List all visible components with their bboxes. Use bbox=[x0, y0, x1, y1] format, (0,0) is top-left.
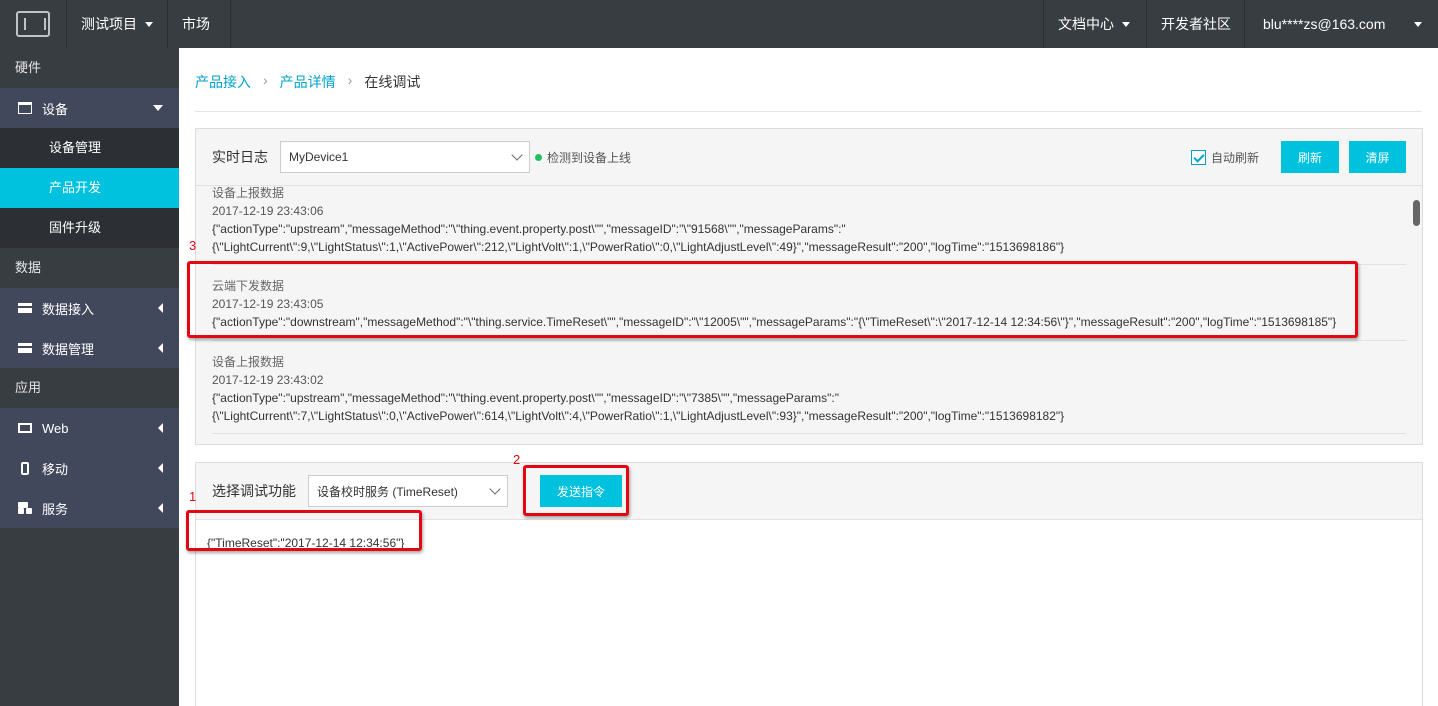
top-navbar: 测试项目 市场 文档中心 开发者社区 blu****zs@163.com bbox=[0, 0, 1438, 48]
list-icon bbox=[18, 343, 32, 353]
iot-logo[interactable] bbox=[0, 0, 67, 48]
log-entry-type: 设备上报数据 bbox=[212, 355, 285, 369]
log-entry-type: 设备上报数据 bbox=[212, 186, 285, 200]
sidebar: 硬件 设备 设备管理 产品开发 固件升级 数据 数据接入 数据管理 应用 Web… bbox=[0, 48, 179, 706]
sidebar-item-data-management[interactable]: 数据管理 bbox=[0, 328, 179, 368]
sidebar-item-label: 设备 bbox=[42, 101, 69, 117]
annotation-number-2: 2 bbox=[513, 452, 521, 467]
caret-down-icon bbox=[1122, 21, 1130, 27]
sidebar-item-label: 数据接入 bbox=[42, 301, 95, 317]
divider bbox=[195, 111, 1422, 112]
log-panel-header: 实时日志 MyDevice1 检测到设备上线 自动刷新 刷新 清屏 bbox=[196, 129, 1422, 186]
clear-screen-button[interactable]: 清屏 bbox=[1349, 141, 1406, 173]
sidebar-item-label: Web bbox=[42, 420, 69, 436]
chevron-right-icon: › bbox=[347, 72, 353, 88]
caret-left-icon bbox=[158, 423, 163, 433]
caret-left-icon bbox=[158, 303, 163, 313]
chevron-right-icon: › bbox=[263, 72, 268, 88]
caret-left-icon bbox=[158, 503, 163, 513]
market-link[interactable]: 市场 bbox=[168, 0, 231, 48]
annotation-box-3 bbox=[187, 261, 1358, 338]
sidebar-item-label: 数据管理 bbox=[42, 341, 95, 357]
log-entry-json: {"actionType":"upstream","messageMethod"… bbox=[212, 222, 846, 236]
iot-logo-icon bbox=[16, 11, 50, 37]
annotation-box-1 bbox=[186, 510, 422, 551]
sidebar-item-data-access[interactable]: 数据接入 bbox=[0, 288, 179, 328]
chevron-down-icon bbox=[489, 483, 501, 495]
sidebar-item-device-management[interactable]: 设备管理 bbox=[0, 128, 179, 168]
breadcrumb-product-detail[interactable]: 产品详情 bbox=[280, 72, 336, 92]
sidebar-item-label: 移动 bbox=[42, 461, 69, 477]
caret-down-icon bbox=[153, 105, 163, 111]
log-entry-json: {\"LightCurrent\":7,\"LightStatus\":0,\"… bbox=[212, 409, 1065, 423]
debug-panel-title: 选择调试功能 bbox=[212, 483, 296, 499]
log-entry-time: 2017-12-19 23:43:02 bbox=[212, 373, 324, 387]
auto-refresh-label: 自动刷新 bbox=[1210, 150, 1259, 165]
refresh-button[interactable]: 刷新 bbox=[1281, 141, 1339, 173]
caret-down-icon bbox=[1414, 21, 1422, 27]
docs-center-menu[interactable]: 文档中心 bbox=[1043, 0, 1146, 48]
log-entry-time: 2017-12-19 23:43:06 bbox=[212, 204, 324, 218]
breadcrumb-current: 在线调试 bbox=[364, 74, 421, 90]
section-hardware: 硬件 bbox=[15, 60, 42, 75]
project-switcher[interactable]: 测试项目 bbox=[67, 0, 168, 48]
developer-community-link[interactable]: 开发者社区 bbox=[1146, 0, 1244, 48]
log-entry: 设备上报数据 2017-12-19 23:43:06 {"actionType"… bbox=[212, 186, 1406, 265]
sidebar-item-firmware-upgrade[interactable]: 固件升级 bbox=[0, 208, 179, 248]
section-app: 应用 bbox=[15, 380, 42, 395]
annotation-box-2 bbox=[523, 465, 629, 516]
device-select-value: MyDevice1 bbox=[289, 150, 349, 164]
device-icon bbox=[18, 102, 32, 114]
auto-refresh-checkbox[interactable] bbox=[1190, 149, 1206, 165]
list-icon bbox=[18, 303, 32, 313]
chevron-down-icon bbox=[511, 149, 523, 161]
sidebar-item-mobile[interactable]: 移动 bbox=[0, 448, 179, 488]
breadcrumb: 产品接入 › 产品详情 › 在线调试 bbox=[195, 72, 420, 92]
debug-function-value: 设备校时服务 (TimeReset) bbox=[317, 484, 458, 499]
annotation-number-1: 1 bbox=[189, 489, 197, 504]
main-content: 产品接入 › 产品详情 › 在线调试 实时日志 MyDevice1 检测到设备上… bbox=[179, 48, 1438, 706]
project-label: 测试项目 bbox=[81, 16, 137, 32]
debug-function-select[interactable]: 设备校时服务 (TimeReset) bbox=[308, 475, 508, 507]
sidebar-item-label: 服务 bbox=[42, 501, 69, 517]
device-status-text: 检测到设备上线 bbox=[547, 150, 632, 165]
caret-left-icon bbox=[158, 343, 163, 353]
debug-function-panel: 选择调试功能 设备校时服务 (TimeReset) 发送指令 {"TimeRes… bbox=[195, 462, 1423, 706]
auto-refresh-toggle[interactable]: 自动刷新 bbox=[1190, 149, 1259, 166]
device-select[interactable]: MyDevice1 bbox=[280, 141, 530, 173]
market-label: 市场 bbox=[182, 16, 210, 32]
log-entry: 设备上报数据 2017-12-19 23:43:02 {"actionType"… bbox=[212, 341, 1406, 434]
sidebar-item-service[interactable]: 服务 bbox=[0, 488, 179, 528]
online-dot-icon bbox=[535, 153, 542, 161]
mobile-icon bbox=[21, 461, 29, 475]
log-panel-title: 实时日志 bbox=[212, 149, 268, 165]
section-data: 数据 bbox=[15, 260, 42, 275]
annotation-number-3: 3 bbox=[189, 238, 197, 253]
log-scrollbar[interactable] bbox=[1413, 200, 1420, 226]
sidebar-item-web[interactable]: Web bbox=[0, 408, 179, 448]
monitor-icon bbox=[18, 423, 32, 433]
caret-down-icon bbox=[145, 21, 153, 27]
breadcrumb-product-access[interactable]: 产品接入 bbox=[195, 72, 251, 92]
docs-label: 文档中心 bbox=[1058, 16, 1114, 32]
caret-left-icon bbox=[158, 463, 163, 473]
user-email: blu****zs@163.com bbox=[1263, 16, 1386, 32]
log-entry-json: {\"LightCurrent\":9,\"LightStatus\":1,\"… bbox=[212, 240, 1065, 254]
sidebar-item-product-development[interactable]: 产品开发 bbox=[0, 168, 179, 208]
user-menu[interactable]: blu****zs@163.com bbox=[1244, 0, 1438, 48]
log-entry-json: {"actionType":"upstream","messageMethod"… bbox=[212, 391, 840, 405]
device-status: 检测到设备上线 bbox=[535, 149, 631, 166]
community-label: 开发者社区 bbox=[1161, 16, 1231, 32]
cubes-icon bbox=[18, 502, 32, 514]
sidebar-item-device[interactable]: 设备 bbox=[0, 88, 179, 128]
